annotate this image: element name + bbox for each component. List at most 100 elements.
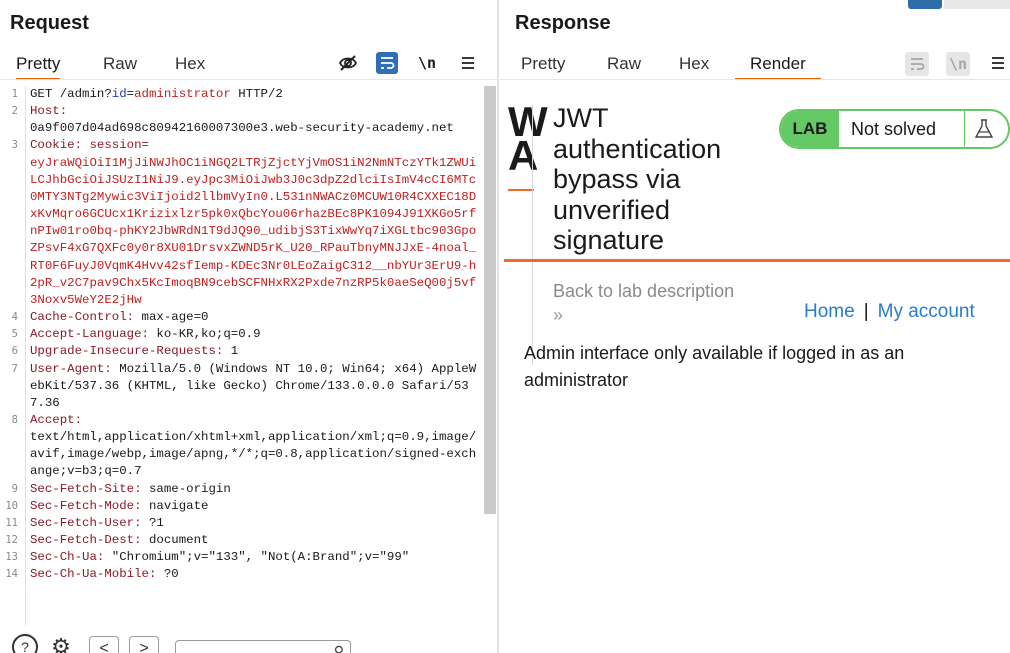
- flask-icon: [972, 117, 996, 141]
- tab-response-render[interactable]: Render: [735, 52, 821, 80]
- request-param-name: id: [111, 87, 127, 101]
- response-panel: Response Pretty Raw Hex Render \n W A JW…: [500, 0, 1010, 653]
- header-value: document: [141, 533, 209, 548]
- header-name: Sec-Fetch-Dest:: [30, 533, 142, 548]
- back-to-lab-link[interactable]: Back to lab description: [553, 280, 734, 302]
- header-name: Sec-Fetch-User:: [30, 515, 142, 530]
- tab-request-hex[interactable]: Hex: [175, 52, 205, 80]
- line-number: 6: [11, 345, 18, 358]
- code-line: 11 Sec-Fetch-User: ?1: [0, 515, 483, 532]
- header-value: 0a9f007d04ad698c80942160007300e3.web-sec…: [30, 121, 454, 136]
- tab-response-hex[interactable]: Hex: [679, 52, 709, 80]
- menu-icon[interactable]: [987, 52, 1009, 74]
- line-number: 3: [11, 139, 18, 152]
- header-name: Accept:: [30, 412, 83, 427]
- line-number: 7: [11, 362, 18, 375]
- editor-scrollbar[interactable]: [484, 86, 496, 514]
- line-number: 8: [11, 413, 18, 426]
- lab-label: LAB: [781, 111, 839, 147]
- line-number: 13: [5, 551, 18, 564]
- lab-status: Not solved: [851, 119, 937, 139]
- newline-toggle[interactable]: \n: [946, 52, 970, 76]
- header-value: text/html,application/xhtml+xml,applicat…: [30, 430, 477, 479]
- layout-option-inactive[interactable]: [944, 0, 1010, 9]
- layout-option-active[interactable]: [908, 0, 942, 9]
- previous-label: <: [99, 640, 109, 653]
- line-number: 14: [5, 568, 18, 581]
- tab-request-raw[interactable]: Raw: [103, 52, 137, 80]
- header-name: Cookie: session=: [30, 138, 149, 153]
- search-input[interactable]: ⚲: [175, 640, 351, 653]
- header-value: max-age=0: [134, 310, 209, 325]
- search-icon: ⚲: [333, 643, 344, 653]
- newline-label: \n: [948, 55, 968, 73]
- header-name: Host:: [30, 104, 68, 119]
- header-name: Upgrade-Insecure-Requests:: [30, 344, 224, 359]
- panel-divider[interactable]: [497, 0, 499, 653]
- request-bottom-bar: ? ⚙ < > ⚲: [0, 630, 497, 653]
- gear-icon[interactable]: ⚙: [48, 634, 74, 653]
- logo-underline: [508, 189, 534, 191]
- line-number: 10: [5, 499, 18, 512]
- code-line: 1 GET /admin?id=administrator HTTP/2: [0, 86, 483, 103]
- header-value: ?0: [156, 567, 179, 582]
- header-value: ?1: [141, 515, 164, 530]
- request-method-path: GET /admin?: [30, 87, 112, 101]
- session-cookie-value: eyJraWQiOiI1MjJiNWJhOC1iNGQ2LTRjZjctYjVm…: [30, 155, 477, 307]
- code-line: 14 Sec-Ch-Ua-Mobile: ?0: [0, 566, 483, 583]
- tab-request-pretty[interactable]: Pretty: [16, 52, 61, 80]
- help-icon[interactable]: ?: [12, 634, 38, 653]
- request-protocol: HTTP/2: [230, 87, 283, 101]
- line-number: 4: [11, 311, 18, 324]
- nav-separator: |: [863, 301, 869, 322]
- header-name: Accept-Language:: [30, 327, 149, 342]
- menu-icon[interactable]: [457, 52, 479, 74]
- header-name: Sec-Fetch-Mode:: [30, 498, 142, 513]
- header-name: Sec-Ch-Ua:: [30, 550, 105, 565]
- header-name: Sec-Ch-Ua-Mobile:: [30, 567, 157, 582]
- tab-response-pretty[interactable]: Pretty: [521, 52, 565, 80]
- code-line: 4 Cache-Control: max-age=0: [0, 309, 483, 326]
- view-layout-toggle[interactable]: [908, 0, 1010, 9]
- request-title: Request: [10, 12, 89, 34]
- header-divider: [532, 105, 533, 365]
- lab-status-badge: LAB Not solved: [779, 109, 1010, 149]
- my-account-link[interactable]: My account: [878, 301, 975, 322]
- newline-label: \n: [417, 54, 437, 72]
- header-value: ko-KR,ko;q=0.9: [148, 327, 261, 342]
- request-panel: Request Pretty Raw Hex \n 1 GET /admin?i…: [0, 0, 497, 653]
- eye-slash-icon[interactable]: [337, 52, 359, 74]
- code-line: 5 Accept-Language: ko-KR,ko;q=0.9: [0, 326, 483, 343]
- line-number: 12: [5, 534, 18, 547]
- wrap-lines-icon[interactable]: [376, 52, 398, 74]
- code-line: 6 Upgrade-Insecure-Requests: 1: [0, 343, 483, 360]
- chevron-right-icon: »: [553, 305, 564, 325]
- header-name: Cache-Control:: [30, 310, 135, 325]
- home-link[interactable]: Home: [804, 301, 855, 322]
- tab-response-raw[interactable]: Raw: [607, 52, 641, 80]
- header-value: navigate: [141, 498, 209, 513]
- next-match-button[interactable]: >: [129, 636, 159, 653]
- line-number: 5: [11, 328, 18, 341]
- header-name: User-Agent:: [30, 361, 112, 376]
- lab-title: JWT authentication bypass via unverified…: [553, 103, 722, 255]
- code-line: 13 Sec-Ch-Ua: "Chromium";v="133", "Not(A…: [0, 549, 483, 566]
- request-param-value: administrator: [134, 87, 231, 101]
- previous-match-button[interactable]: <: [89, 636, 119, 653]
- request-code: 1 GET /admin?id=administrator HTTP/2 2 H…: [0, 86, 483, 584]
- code-line: 12 Sec-Fetch-Dest: document: [0, 532, 483, 549]
- code-line: 7 User-Agent: Mozilla/5.0 (Windows NT 10…: [0, 361, 483, 412]
- request-tabs-rule: [0, 79, 497, 80]
- response-render: W A JWT authentication bypass via unveri…: [500, 81, 1010, 653]
- code-line: 2 Host: 0a9f007d04ad698c80942160007300e3.…: [0, 103, 483, 137]
- wrap-lines-icon[interactable]: [905, 52, 929, 76]
- header-name: Sec-Fetch-Site:: [30, 481, 142, 496]
- newline-toggle[interactable]: \n: [416, 52, 438, 74]
- header-value: same-origin: [141, 481, 231, 496]
- code-line: 9 Sec-Fetch-Site: same-origin: [0, 481, 483, 498]
- code-line: 3 Cookie: session= eyJraWQiOiI1MjJiNWJhOC…: [0, 137, 483, 309]
- request-editor[interactable]: 1 GET /admin?id=administrator HTTP/2 2 H…: [0, 86, 483, 626]
- response-tabs-rule: [500, 79, 1010, 80]
- header-value: "Chromium";v="133", "Not(A:Brand";v="99": [104, 550, 410, 565]
- line-number: 11: [5, 516, 18, 529]
